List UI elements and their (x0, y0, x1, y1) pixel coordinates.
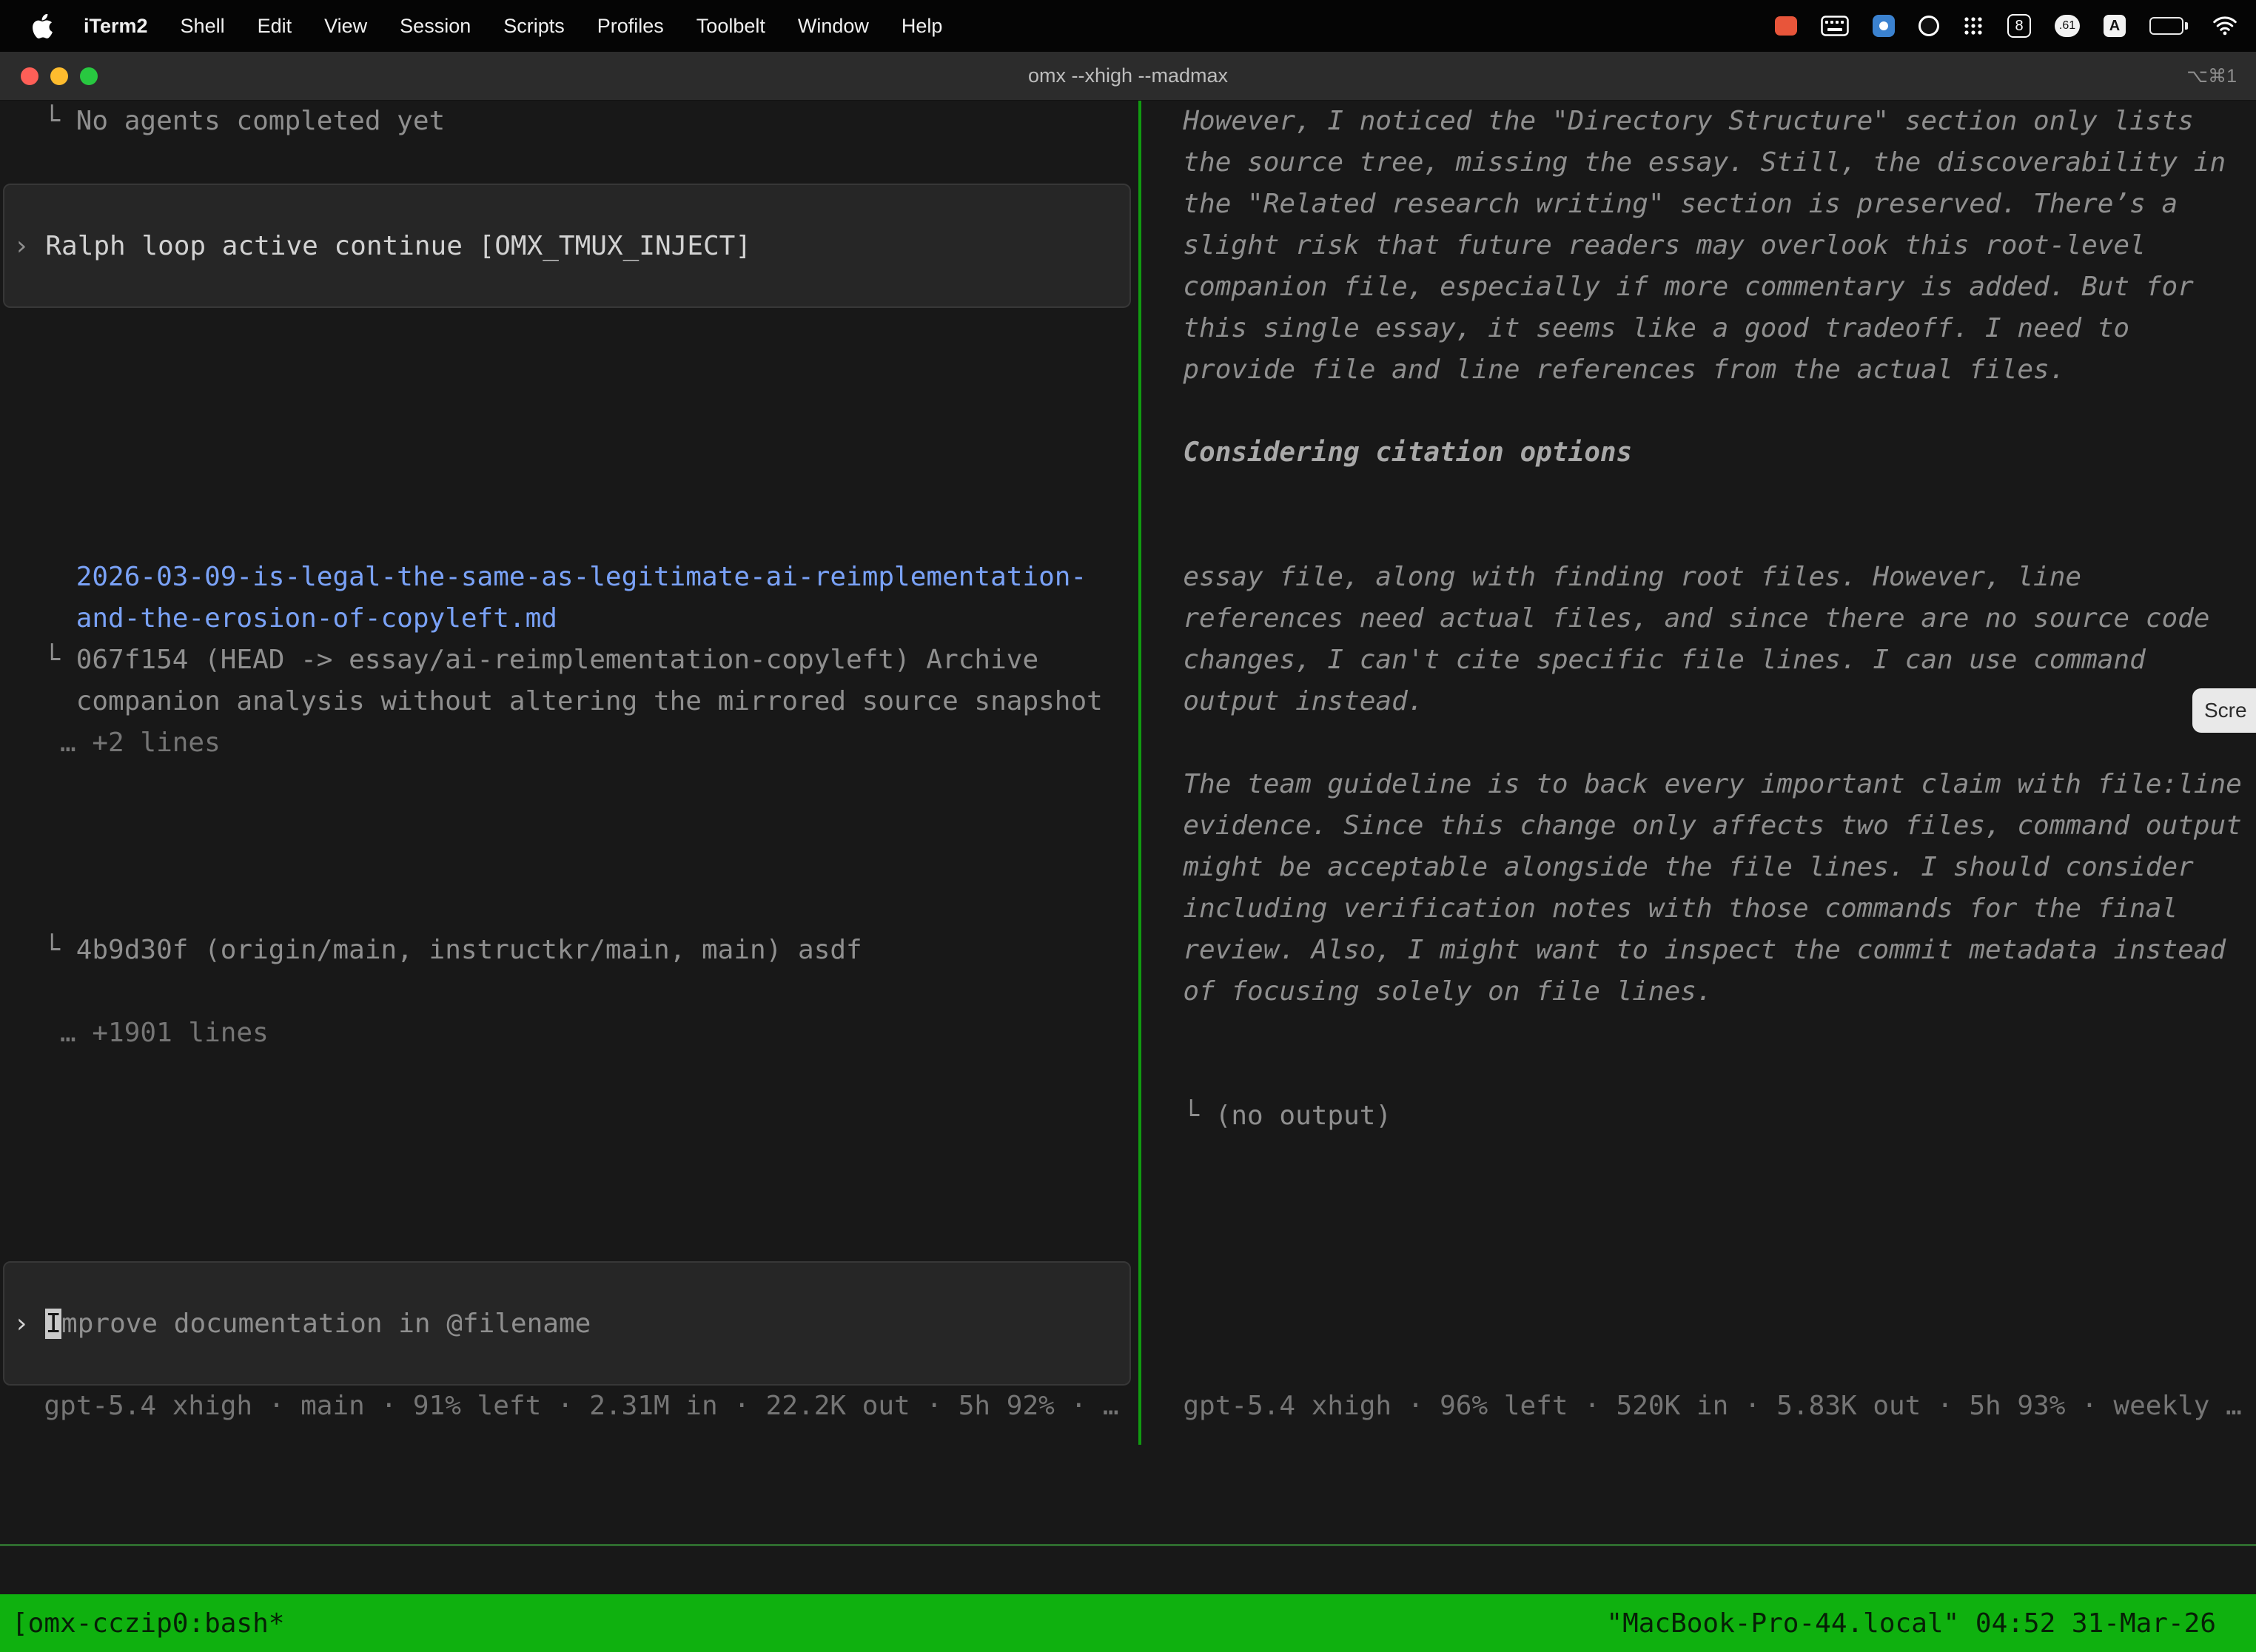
thinking-text: of focusing solely on file lines. (1144, 971, 2256, 1013)
blue-app-icon[interactable] (1873, 0, 1895, 52)
git-show-command-row: • Ran git show --stat --oneline --decora… (0, 515, 1138, 557)
thinking-text: slight risk that future readers may over… (1144, 225, 2256, 266)
keyboard-icon[interactable] (1821, 0, 1849, 52)
thinking-text: evidence. Since this change only affects… (1144, 805, 2256, 847)
input-source-icon[interactable]: A (2104, 15, 2126, 37)
ralph-loop-banner: › Ralph loop active continue [OMX_TMUX_I… (3, 184, 1131, 308)
menubar-item-help[interactable]: Help (885, 0, 959, 52)
search-command-row: Search 2026-03-09-is-legal-the-same-as-l… (0, 432, 1138, 474)
menubar-item-view[interactable]: View (308, 0, 383, 52)
truncated-lines-note: … +2 lines (0, 722, 1138, 764)
thinking-text: references need actual files, and since … (1144, 598, 2256, 639)
session-statusline-left: gpt-5.4 xhigh · main · 91% left · 2.31M … (0, 1386, 1138, 1427)
screenshot-button[interactable]: Scre (2192, 688, 2256, 733)
menubar-item-shell[interactable]: Shell (164, 0, 241, 52)
macos-menubar: iTerm2 Shell Edit View Session Scripts P… (0, 0, 2256, 52)
git-log-command-row: • Ran git log --oneline --decorate -n 5 … (0, 888, 1138, 930)
menubar-item-toolbelt[interactable]: Toolbelt (680, 0, 782, 52)
cpu-gauge-icon[interactable]: .61 (2055, 15, 2080, 37)
pane-divider[interactable] (1138, 101, 1141, 1445)
wifi-icon[interactable] (2212, 0, 2238, 52)
thinking-text: changes, I can't cite specific file line… (1144, 639, 2256, 681)
session-statusline-right: gpt-5.4 xhigh · 96% left · 520K in · 5.8… (1144, 1386, 2256, 1427)
list-command-row: └ List git ls-files (0, 391, 1138, 432)
menubar-item-profiles[interactable]: Profiles (581, 0, 680, 52)
diffstat-row: README.md| 4 + (0, 764, 1138, 805)
apple-menu[interactable] (18, 14, 67, 38)
log-commit-line: └ 4b9d30f (origin/main, instructkr/main,… (0, 930, 1138, 971)
prompt-chevron: › (13, 231, 45, 261)
zoom-button[interactable] (80, 67, 98, 85)
commit-line: └ 067f154 (HEAD -> essay/ai-reimplementa… (0, 639, 1138, 681)
thinking-text: companion file, especially if more comme… (1144, 266, 2256, 308)
traffic-lights (21, 52, 98, 101)
thinking-text: the "Related research writing" section i… (1144, 184, 2256, 225)
thinking-text: essay file, along with finding root file… (1144, 557, 2256, 598)
thinking-heading: Considering citation options (1144, 432, 2256, 474)
thinking-text: this single essay, it seems like a good … (1144, 308, 2256, 349)
menubar-item-scripts[interactable]: Scripts (487, 0, 581, 52)
battery-icon[interactable] (2149, 0, 2188, 52)
working-status-row: • Working (11m 13s • esc to interrupt) ·… (0, 1178, 1138, 1220)
diffstat-summary-row: 1903 files changed, 513517 insertions(+) (0, 1095, 1138, 1137)
horizontal-pane-divider (0, 1544, 2256, 1546)
input-placeholder: mprove documentation in @filename (61, 1309, 591, 1339)
dots-grid-icon[interactable] (1963, 0, 1984, 52)
text-cursor: I (45, 1309, 61, 1339)
terminal[interactable]: └ No agents completed yet › Ralph loop a… (0, 101, 2256, 1594)
keycap-8-icon[interactable]: 8 (2007, 14, 2031, 38)
thinking-text: review. Also, I might want to inspect th… (1144, 930, 2256, 971)
menubar-item-edit[interactable]: Edit (241, 0, 309, 52)
essay-filename-line-1: 2026-03-09-is-legal-the-same-as-legitima… (0, 557, 1138, 598)
diffstat-row: src/voice/voiceModeEnabled.ts| 54 + (0, 1054, 1138, 1095)
right-terminal-pane[interactable]: However, I noticed the "Directory Struct… (1144, 101, 2256, 1445)
tmux-host-clock: "MacBook-Pro-44.local" 04:52 31-Mar-26 (1606, 1608, 2216, 1639)
thinking-text: The team guideline is to back every impo… (1144, 764, 2256, 805)
truncated-lines-note: … +1901 lines (0, 1013, 1138, 1054)
prompt-chevron: › (13, 1309, 45, 1339)
explored-header-row: • Explored (0, 349, 1138, 391)
no-output-line: └ (no output) (1144, 1095, 2256, 1137)
close-button[interactable] (21, 67, 38, 85)
thinking-text: I could cite commit statistics or refere… (1144, 515, 2256, 557)
apple-icon (33, 14, 53, 38)
window-title: omx --xhigh --madmax (1028, 64, 1228, 87)
menubar-item-window[interactable]: Window (782, 0, 885, 52)
dark-app-icon[interactable] (1918, 0, 1939, 52)
waiting-status-row: • Waiting for background terminal (1m 41… (1144, 1178, 2256, 1220)
window-titlebar: omx --xhigh --madmax ⌥⌘1 (0, 52, 2256, 101)
left-terminal-pane[interactable]: └ No agents completed yet › Ralph loop a… (0, 101, 1138, 1445)
commit-message-line: companion analysis without altering the … (0, 681, 1138, 722)
menubar-item-session[interactable]: Session (383, 0, 487, 52)
screen-recording-indicator-icon[interactable] (1775, 0, 1797, 52)
tmux-session-window[interactable]: [omx-cczip0:bash* (12, 1608, 284, 1639)
diffstat-row: README.md| 280 + (0, 971, 1138, 1013)
prompt-input-left[interactable]: › Improve documentation in @filename (3, 1261, 1131, 1386)
diffstat-summary-row: 2 files changed, 92 insertions(+) (0, 805, 1138, 847)
ralph-loop-text: Ralph loop active continue [OMX_TMUX_INJ… (45, 231, 751, 261)
essay-filename-line-2: and-the-erosion-of-copyleft.md (0, 598, 1138, 639)
git-status-command-row: • Ran git status --short (1144, 1054, 2256, 1095)
agents-status-line: └ No agents completed yet (0, 101, 1138, 142)
window-shortcut-badge: ⌥⌘1 (2186, 65, 2237, 87)
thinking-text: might be acceptable alongside the file l… (1144, 847, 2256, 888)
minimize-button[interactable] (50, 67, 68, 85)
thinking-text: the source tree, missing the essay. Stil… (1144, 142, 2256, 184)
thinking-text: provide file and line references from th… (1144, 349, 2256, 391)
thinking-text: However, I noticed the "Directory Struct… (1144, 101, 2256, 142)
menubar-app-name[interactable]: iTerm2 (67, 0, 164, 52)
prompt-input-right[interactable]: › Improve documentation in @filename (1144, 1303, 2256, 1344)
thinking-text: including verification notes with those … (1144, 888, 2256, 930)
tmux-status-bar: [omx-cczip0:bash* "MacBook-Pro-44.local"… (0, 1594, 2256, 1652)
thinking-text: output instead. (1144, 681, 2256, 722)
